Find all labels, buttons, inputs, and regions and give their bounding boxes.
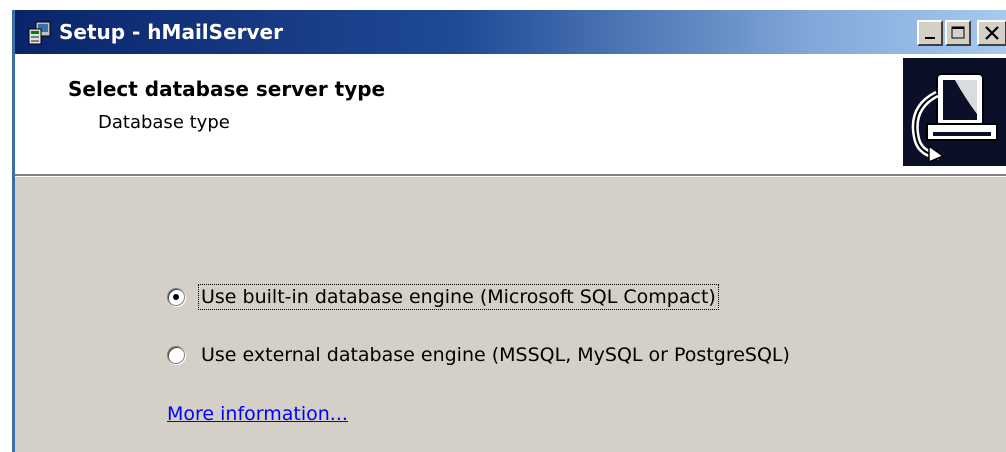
builtin-database-radio[interactable] (167, 288, 185, 306)
maximize-button[interactable] (945, 20, 971, 46)
close-button[interactable] (977, 20, 1006, 46)
title-bar[interactable]: Setup - hMailServer (15, 10, 1006, 54)
page-title: Select database server type (68, 77, 386, 101)
wizard-header: Select database server type Database typ… (15, 54, 1006, 176)
minimize-button[interactable] (917, 20, 943, 46)
setup-window: Setup - hMailServer Select database serv… (12, 10, 1006, 452)
computer-install-icon (911, 73, 998, 164)
external-database-radio[interactable] (167, 346, 185, 364)
builtin-database-option[interactable]: Use built-in database engine (Microsoft … (167, 282, 719, 312)
maximize-icon (951, 26, 965, 39)
more-information-link[interactable]: More information... (167, 403, 348, 425)
page-subtitle: Database type (98, 112, 230, 133)
external-database-label[interactable]: Use external database engine (MSSQL, MyS… (199, 343, 792, 367)
external-database-option[interactable]: Use external database engine (MSSQL, MyS… (167, 340, 792, 370)
setup-app-icon (28, 21, 51, 45)
wizard-image (903, 58, 1006, 166)
close-icon (985, 26, 999, 40)
minimize-icon (925, 37, 935, 39)
builtin-database-label[interactable]: Use built-in database engine (Microsoft … (198, 284, 719, 310)
window-title: Setup - hMailServer (59, 20, 283, 44)
